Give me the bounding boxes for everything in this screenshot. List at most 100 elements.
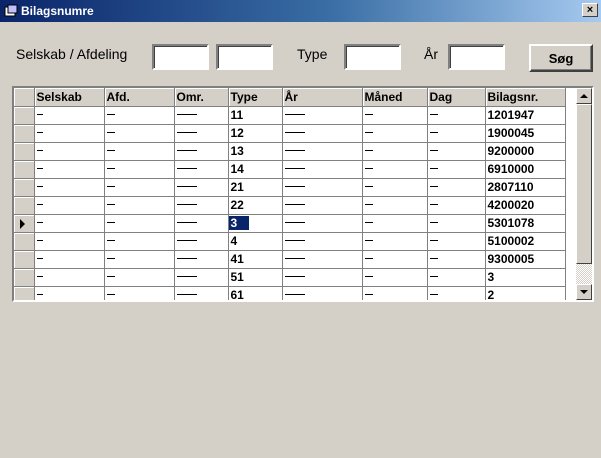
scroll-down-button[interactable] xyxy=(576,284,592,300)
cell-type[interactable]: 3 xyxy=(228,214,283,233)
cell-selskab[interactable] xyxy=(34,286,105,300)
cell-dag[interactable] xyxy=(427,250,486,269)
cell-omr[interactable] xyxy=(174,286,229,300)
cell-bilagsnr[interactable]: 2 xyxy=(485,286,566,300)
close-button[interactable]: × xyxy=(582,3,598,17)
row-selector[interactable] xyxy=(14,232,35,251)
column-header-aar[interactable]: År xyxy=(282,88,363,107)
cell-selskab[interactable] xyxy=(34,160,105,179)
cell-type[interactable]: 61 xyxy=(228,286,283,300)
cell-selskab[interactable] xyxy=(34,124,105,143)
cell-dag[interactable] xyxy=(427,106,486,125)
cell-aar[interactable] xyxy=(282,178,363,197)
cell-omr[interactable] xyxy=(174,196,229,215)
cell-aar[interactable] xyxy=(282,142,363,161)
table-row[interactable]: 21 2807110 xyxy=(14,178,566,197)
cell-selskab[interactable] xyxy=(34,196,105,215)
table-row[interactable]: 3 5301078 xyxy=(14,214,566,233)
cell-afd[interactable] xyxy=(104,268,175,287)
cell-dag[interactable] xyxy=(427,232,486,251)
column-header-bilagsnr[interactable]: Bilagsnr. xyxy=(485,88,566,107)
cell-bilagsnr[interactable]: 3 xyxy=(485,268,566,287)
cell-bilagsnr[interactable]: 9200000 xyxy=(485,142,566,161)
cell-type[interactable]: 12 xyxy=(228,124,283,143)
cell-aar[interactable] xyxy=(282,268,363,287)
row-selector[interactable] xyxy=(14,160,35,179)
cell-aar[interactable] xyxy=(282,196,363,215)
cell-maaned[interactable] xyxy=(362,178,428,197)
cell-afd[interactable] xyxy=(104,106,175,125)
cell-omr[interactable] xyxy=(174,232,229,251)
cell-afd[interactable] xyxy=(104,124,175,143)
column-header-afd[interactable]: Afd. xyxy=(104,88,175,107)
table-row[interactable]: 4 5100002 xyxy=(14,232,566,251)
table-row[interactable]: 12 1900045 xyxy=(14,124,566,143)
cell-aar[interactable] xyxy=(282,250,363,269)
cell-selskab[interactable] xyxy=(34,106,105,125)
cell-maaned[interactable] xyxy=(362,268,428,287)
cell-afd[interactable] xyxy=(104,232,175,251)
vertical-scrollbar[interactable] xyxy=(576,88,592,300)
row-selector[interactable] xyxy=(14,250,35,269)
table-row[interactable]: 51 3 xyxy=(14,268,566,287)
cell-afd[interactable] xyxy=(104,286,175,300)
cell-aar[interactable] xyxy=(282,160,363,179)
cell-type[interactable]: 41 xyxy=(228,250,283,269)
cell-type[interactable]: 22 xyxy=(228,196,283,215)
cell-selskab[interactable] xyxy=(34,214,105,233)
cell-type[interactable]: 51 xyxy=(228,268,283,287)
scroll-up-button[interactable] xyxy=(576,88,592,104)
cell-dag[interactable] xyxy=(427,196,486,215)
cell-omr[interactable] xyxy=(174,160,229,179)
column-header-omr[interactable]: Omr. xyxy=(174,88,229,107)
cell-maaned[interactable] xyxy=(362,124,428,143)
year-input[interactable] xyxy=(448,44,505,70)
department-input[interactable] xyxy=(216,44,273,70)
cell-aar[interactable] xyxy=(282,214,363,233)
cell-afd[interactable] xyxy=(104,160,175,179)
cell-maaned[interactable] xyxy=(362,286,428,300)
results-grid[interactable]: Selskab Afd. Omr. Type År Måned Dag Bila… xyxy=(12,86,594,302)
row-selector[interactable] xyxy=(14,268,35,287)
cell-aar[interactable] xyxy=(282,124,363,143)
cell-maaned[interactable] xyxy=(362,214,428,233)
cell-selskab[interactable] xyxy=(34,142,105,161)
cell-maaned[interactable] xyxy=(362,106,428,125)
cell-afd[interactable] xyxy=(104,178,175,197)
cell-bilagsnr[interactable]: 5301078 xyxy=(485,214,566,233)
cell-selskab[interactable] xyxy=(34,250,105,269)
cell-omr[interactable] xyxy=(174,124,229,143)
cell-maaned[interactable] xyxy=(362,160,428,179)
row-selector[interactable] xyxy=(14,178,35,197)
cell-dag[interactable] xyxy=(427,178,486,197)
scroll-thumb[interactable] xyxy=(576,104,592,264)
cell-bilagsnr[interactable]: 4200020 xyxy=(485,196,566,215)
cell-type[interactable]: 4 xyxy=(228,232,283,251)
cell-dag[interactable] xyxy=(427,268,486,287)
cell-maaned[interactable] xyxy=(362,142,428,161)
type-input[interactable] xyxy=(344,44,401,70)
cell-omr[interactable] xyxy=(174,214,229,233)
cell-aar[interactable] xyxy=(282,106,363,125)
table-row[interactable]: 14 6910000 xyxy=(14,160,566,179)
cell-afd[interactable] xyxy=(104,214,175,233)
cell-type[interactable]: 21 xyxy=(228,178,283,197)
cell-selskab[interactable] xyxy=(34,232,105,251)
cell-omr[interactable] xyxy=(174,268,229,287)
cell-bilagsnr[interactable]: 6910000 xyxy=(485,160,566,179)
cell-type[interactable]: 14 xyxy=(228,160,283,179)
cell-bilagsnr[interactable]: 1900045 xyxy=(485,124,566,143)
row-selector[interactable] xyxy=(14,286,35,300)
cell-maaned[interactable] xyxy=(362,232,428,251)
cell-afd[interactable] xyxy=(104,142,175,161)
cell-dag[interactable] xyxy=(427,124,486,143)
cell-afd[interactable] xyxy=(104,250,175,269)
search-button[interactable]: Søg xyxy=(529,44,593,72)
cell-bilagsnr[interactable]: 5100002 xyxy=(485,232,566,251)
cell-bilagsnr[interactable]: 9300005 xyxy=(485,250,566,269)
cell-dag[interactable] xyxy=(427,214,486,233)
cell-omr[interactable] xyxy=(174,142,229,161)
row-selector[interactable] xyxy=(14,214,35,233)
cell-type[interactable]: 13 xyxy=(228,142,283,161)
table-row[interactable]: 13 9200000 xyxy=(14,142,566,161)
